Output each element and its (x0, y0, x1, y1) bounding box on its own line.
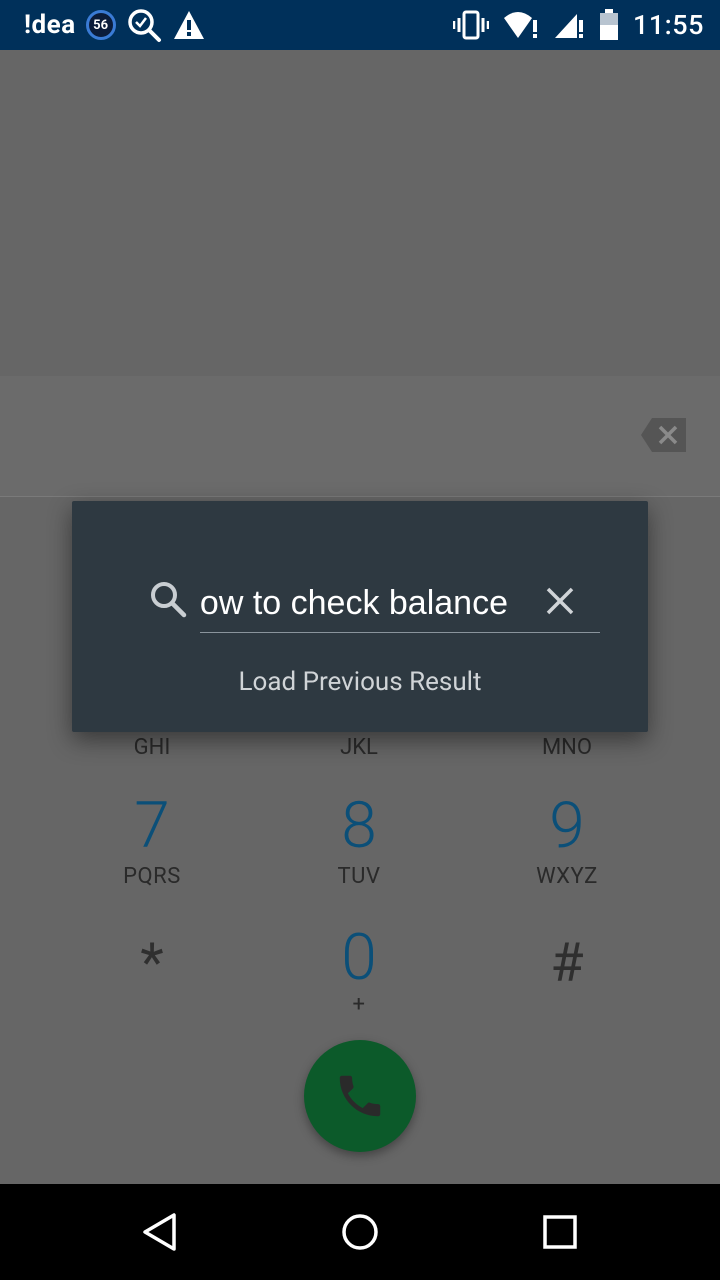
key-7[interactable]: 7 PQRS (52, 788, 252, 890)
key-6-letters[interactable]: MNO (467, 735, 667, 760)
key-8[interactable]: 8 TUV (259, 788, 459, 890)
key-digit: 8 (341, 788, 377, 863)
search-underline (200, 632, 600, 633)
vibrate-icon (452, 10, 489, 40)
recents-button[interactable] (536, 1208, 584, 1256)
home-circle-icon (342, 1214, 378, 1250)
key-digit: 0 (341, 920, 377, 995)
close-icon (546, 587, 574, 615)
search-location-icon (126, 7, 162, 43)
warning-icon (172, 9, 206, 41)
key-letters: PQRS (123, 864, 181, 889)
search-icon (148, 579, 188, 623)
load-previous-result-button[interactable]: Load Previous Result (72, 667, 648, 697)
digits-field[interactable] (0, 376, 720, 497)
key-letters: TUV (337, 864, 381, 889)
clock: 11:55 (632, 9, 704, 41)
wifi-alert-icon (503, 10, 539, 40)
key-star[interactable]: * (52, 932, 252, 995)
key-letters: + (352, 992, 366, 1017)
back-button[interactable] (136, 1208, 184, 1256)
signal-alert-icon (553, 10, 585, 40)
search-dialog: Load Previous Result (72, 501, 648, 732)
dialer-empty-area (0, 50, 720, 376)
key-4-letters[interactable]: GHI (52, 735, 252, 760)
backspace-icon (641, 418, 686, 452)
navigation-bar (0, 1184, 720, 1280)
clear-search-button[interactable] (540, 581, 580, 621)
key-5-letters[interactable]: JKL (259, 735, 459, 760)
key-digit: 9 (549, 788, 585, 863)
key-9[interactable]: 9 WXYZ (467, 788, 667, 890)
back-triangle-icon (143, 1213, 176, 1251)
key-digit: 7 (134, 788, 170, 863)
home-button[interactable] (336, 1208, 384, 1256)
key-hash[interactable]: # (467, 932, 667, 995)
status-bar: !dea 56 11:55 (0, 0, 720, 50)
call-button[interactable] (304, 1040, 416, 1152)
phone-icon (339, 1075, 381, 1117)
search-input[interactable] (200, 573, 508, 633)
key-letters: WXYZ (536, 864, 598, 889)
key-0[interactable]: 0 + (259, 920, 459, 1018)
backspace-button[interactable] (640, 416, 688, 454)
carrier-name: !dea (24, 10, 76, 40)
network-badge: 56 (85, 10, 116, 40)
recents-square-icon (543, 1215, 577, 1249)
search-bar (148, 573, 600, 633)
battery-icon (599, 9, 619, 41)
